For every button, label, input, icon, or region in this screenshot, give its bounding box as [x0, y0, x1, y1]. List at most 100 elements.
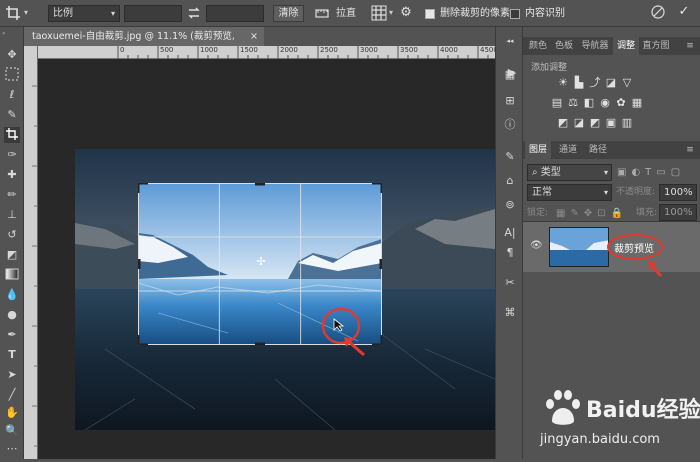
delete-pixels-checkbox[interactable]	[425, 9, 435, 22]
swap-icon[interactable]	[187, 5, 201, 21]
lasso-tool-icon[interactable]: ℓ	[4, 87, 20, 103]
straighten-label[interactable]: 拉直	[336, 5, 356, 22]
layers-menu-icon[interactable]: ≡	[683, 141, 697, 159]
lock-icons[interactable]: ▦✎✥⊡🔒	[556, 206, 638, 221]
vibrance-icon[interactable]: ▽	[621, 77, 633, 89]
layer-row[interactable]: 👁 裁剪预览	[523, 222, 700, 278]
cursor-arrow-icon	[333, 318, 345, 332]
invert-icon[interactable]: ◩	[557, 117, 569, 129]
grid-chevron-icon[interactable]: ▾	[389, 8, 397, 18]
gear-icon[interactable]: ⚙	[398, 5, 414, 21]
layer-filter-icons[interactable]: ▣◐T▭▢	[617, 164, 697, 181]
annotation-arrow-icon	[342, 335, 366, 357]
dodge-tool-icon[interactable]: ●	[4, 307, 20, 323]
toolbar-collapse-icon[interactable]: »	[2, 30, 22, 37]
shape-tool-icon[interactable]: ╱	[4, 387, 20, 403]
watermark-brand: Baidu经验	[586, 398, 700, 423]
curves-icon[interactable]: ⤴	[589, 77, 601, 89]
cancel-crop-icon[interactable]	[650, 4, 666, 20]
eraser-tool-icon[interactable]: ◩	[4, 247, 20, 263]
grid-icon[interactable]	[371, 5, 387, 21]
notes-panel-icon[interactable]: ⌘	[502, 305, 518, 321]
healing-brush-tool-icon[interactable]: ✚	[4, 167, 20, 183]
visibility-eye-icon[interactable]: 👁	[530, 240, 543, 252]
tool-presets-icon[interactable]: ✂	[502, 275, 518, 291]
brush-presets-icon[interactable]: ⌂	[502, 173, 518, 189]
content-aware-checkbox[interactable]	[510, 9, 520, 22]
opacity-input[interactable]: 100%	[659, 184, 697, 201]
layer-kind-filter[interactable]: ⌕ 类型 ▾	[527, 164, 612, 181]
tab-histogram[interactable]: 直方图	[639, 37, 673, 55]
ruler-tick-label: 4000	[440, 46, 458, 54]
clear-button[interactable]: 清除	[273, 5, 304, 22]
tab-paths[interactable]: 路径	[585, 141, 611, 159]
commit-crop-icon[interactable]: ✓	[676, 4, 692, 20]
tool-preset-arrow-icon[interactable]: ▾	[24, 6, 32, 20]
levels-icon[interactable]: ▙	[573, 77, 585, 89]
character-panel-icon[interactable]: A|	[502, 225, 518, 241]
crop-tool-icon[interactable]	[4, 127, 20, 143]
history-brush-tool-icon[interactable]: ↺	[4, 227, 20, 243]
threshold-icon[interactable]: ◩	[589, 117, 601, 129]
blur-tool-icon[interactable]: 💧	[4, 287, 20, 303]
tab-navigator[interactable]: 导航器	[577, 37, 613, 55]
gradient-tool-icon[interactable]	[4, 267, 20, 283]
photo-filter-icon[interactable]: ◉	[599, 97, 611, 109]
tab-channels[interactable]: 通道	[555, 141, 581, 159]
black-white-icon[interactable]: ◧	[583, 97, 595, 109]
exposure-icon[interactable]: ◪	[605, 77, 617, 89]
height-input[interactable]	[206, 5, 264, 22]
blend-mode-select[interactable]: 正常 ▾	[527, 184, 612, 201]
width-input[interactable]	[124, 5, 182, 22]
rotation-center-icon[interactable]: ✢	[255, 256, 267, 268]
baidu-paw-logo	[540, 388, 584, 428]
pen-tool-icon[interactable]: ✒	[4, 327, 20, 343]
brush-panel-icon[interactable]: ✎	[502, 149, 518, 165]
path-select-tool-icon[interactable]: ➤	[4, 367, 20, 383]
straighten-icon[interactable]	[315, 6, 329, 20]
close-icon[interactable]: ×	[250, 27, 258, 46]
eyedropper-tool-icon[interactable]: ✑	[4, 147, 20, 163]
checkbox-checked-icon	[425, 9, 435, 19]
quick-select-tool-icon[interactable]: ✎	[4, 107, 20, 123]
info-panel-icon[interactable]: ⓘ	[502, 117, 518, 133]
marquee-tool-icon[interactable]	[4, 67, 20, 83]
clone-source-icon[interactable]: ⊚	[502, 197, 518, 213]
paragraph-panel-icon[interactable]: ¶	[502, 245, 518, 261]
more-tools-icon[interactable]: ⋯	[4, 441, 20, 457]
play-icon[interactable]: ▶	[504, 65, 520, 81]
zoom-tool-icon[interactable]: 🔍	[4, 423, 20, 439]
selective-color-icon[interactable]: ▣	[605, 117, 617, 129]
brightness-icon[interactable]: ☀	[557, 77, 569, 89]
toolbar: » ✥ ℓ ✎ ✑ ✚ ✏ ⊥ ↺ ◩ 💧 ● ✒ T ➤ ╱ ✋ 🔍 ⋯	[0, 27, 24, 459]
properties-panel-icon[interactable]: ⊞	[502, 93, 518, 109]
move-tool-icon[interactable]: ✥	[4, 47, 20, 63]
fill-input[interactable]: 100%	[659, 204, 697, 221]
collapse-icon[interactable]: ◂◂	[502, 33, 518, 49]
tab-layers[interactable]: 图层	[525, 141, 551, 159]
ratio-select[interactable]: 比例 ▾	[48, 5, 120, 22]
brush-tool-icon[interactable]: ✏	[4, 187, 20, 203]
hue-sat-icon[interactable]: ▤	[551, 97, 563, 109]
watermark-url: jingyan.baidu.com	[540, 432, 660, 447]
gradient-map-icon[interactable]: ▥	[621, 117, 633, 129]
clone-stamp-tool-icon[interactable]: ⊥	[4, 207, 20, 223]
posterize-icon[interactable]: ◪	[573, 117, 585, 129]
color-lookup-icon[interactable]: ▦	[631, 97, 643, 109]
document-tab[interactable]: taoxuemei-自由裁剪.jpg @ 11.1% (裁剪预览, RGB/8)…	[24, 27, 264, 61]
type-tool-icon[interactable]: T	[4, 347, 20, 363]
content-aware-label[interactable]: 内容识别	[525, 6, 565, 21]
delete-pixels-label[interactable]: 删除裁剪的像素	[440, 6, 510, 21]
fill-label: 填充:	[636, 208, 658, 218]
layer-thumbnail	[549, 227, 609, 267]
tab-adjustments[interactable]: 调整	[613, 37, 639, 55]
panel-menu-icon[interactable]: ≡	[683, 37, 697, 55]
color-balance-icon[interactable]: ⚖	[567, 97, 579, 109]
channel-mixer-icon[interactable]: ✿	[615, 97, 627, 109]
hand-tool-icon[interactable]: ✋	[4, 405, 20, 421]
tab-swatches[interactable]: 色板	[551, 37, 577, 55]
adjust-panel-title: 添加调整	[531, 63, 568, 73]
canvas[interactable]: ✢	[38, 59, 495, 459]
tab-color[interactable]: 颜色	[525, 37, 551, 55]
crop-icon[interactable]	[5, 5, 21, 21]
